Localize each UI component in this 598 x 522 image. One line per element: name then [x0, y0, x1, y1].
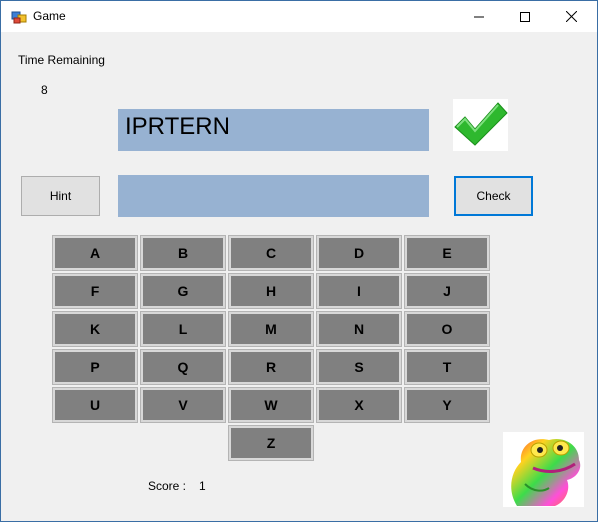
key-p[interactable]: P: [52, 349, 138, 385]
key-j[interactable]: J: [404, 273, 490, 309]
key-i[interactable]: I: [316, 273, 402, 309]
frog-image: [503, 432, 584, 507]
key-k[interactable]: K: [52, 311, 138, 347]
key-n[interactable]: N: [316, 311, 402, 347]
answer-box[interactable]: [118, 175, 429, 217]
scrambled-word: IPRTERN: [118, 109, 429, 151]
score-label: Score :: [148, 479, 187, 493]
key-x[interactable]: X: [316, 387, 402, 423]
key-u[interactable]: U: [52, 387, 138, 423]
key-c[interactable]: C: [228, 235, 314, 271]
key-d[interactable]: D: [316, 235, 402, 271]
key-m[interactable]: M: [228, 311, 314, 347]
key-f[interactable]: F: [52, 273, 138, 309]
close-button[interactable]: [548, 1, 594, 32]
game-window: Game Time Remaining 8 IPRTERN Hint Check…: [0, 0, 598, 522]
client-area: Time Remaining 8 IPRTERN Hint Check A B …: [1, 32, 597, 521]
title-bar[interactable]: Game: [1, 1, 597, 32]
key-e[interactable]: E: [404, 235, 490, 271]
window-title: Game: [33, 9, 66, 23]
key-g[interactable]: G: [140, 273, 226, 309]
time-remaining-label: Time Remaining: [18, 53, 105, 67]
minimize-button[interactable]: [456, 1, 502, 32]
key-q[interactable]: Q: [140, 349, 226, 385]
checkmark-icon: [453, 99, 508, 151]
app-icon: [11, 9, 27, 25]
key-t[interactable]: T: [404, 349, 490, 385]
key-y[interactable]: Y: [404, 387, 490, 423]
maximize-button[interactable]: [502, 1, 548, 32]
hint-button[interactable]: Hint: [21, 176, 100, 216]
minimize-icon: [474, 16, 484, 17]
key-s[interactable]: S: [316, 349, 402, 385]
check-button[interactable]: Check: [454, 176, 533, 216]
key-v[interactable]: V: [140, 387, 226, 423]
key-b[interactable]: B: [140, 235, 226, 271]
key-w[interactable]: W: [228, 387, 314, 423]
key-a[interactable]: A: [52, 235, 138, 271]
key-o[interactable]: O: [404, 311, 490, 347]
key-r[interactable]: R: [228, 349, 314, 385]
maximize-icon: [520, 11, 530, 22]
time-remaining-value: 8: [41, 83, 48, 97]
key-l[interactable]: L: [140, 311, 226, 347]
score-value: 1: [199, 479, 206, 493]
close-icon: [565, 11, 577, 22]
key-h[interactable]: H: [228, 273, 314, 309]
key-z[interactable]: Z: [228, 425, 314, 461]
